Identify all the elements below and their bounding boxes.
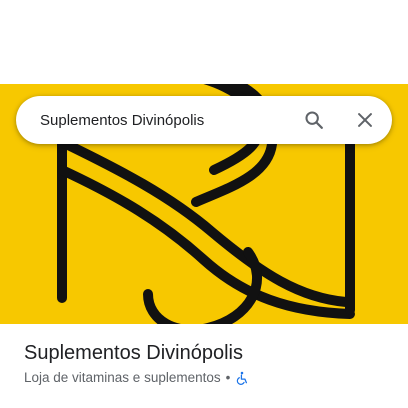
close-icon	[358, 113, 372, 127]
close-button[interactable]	[349, 104, 381, 136]
wheelchair-accessible-icon	[235, 371, 249, 385]
place-name[interactable]: Suplementos Divinópolis	[24, 342, 243, 365]
place-subtitle: Loja de vitaminas e suplementos •	[24, 370, 249, 385]
search-button[interactable]	[298, 104, 330, 136]
search-bar	[16, 96, 392, 144]
search-input[interactable]	[40, 96, 290, 144]
top-blank-area	[0, 0, 408, 84]
search-icon	[305, 111, 323, 129]
place-category: Loja de vitaminas e suplementos	[24, 370, 221, 385]
place-sheet: Suplementos Divinópolis Loja de vitamina…	[0, 0, 408, 408]
separator-dot: •	[225, 370, 231, 385]
place-info-card[interactable]: Suplementos Divinópolis Loja de vitamina…	[0, 324, 408, 408]
